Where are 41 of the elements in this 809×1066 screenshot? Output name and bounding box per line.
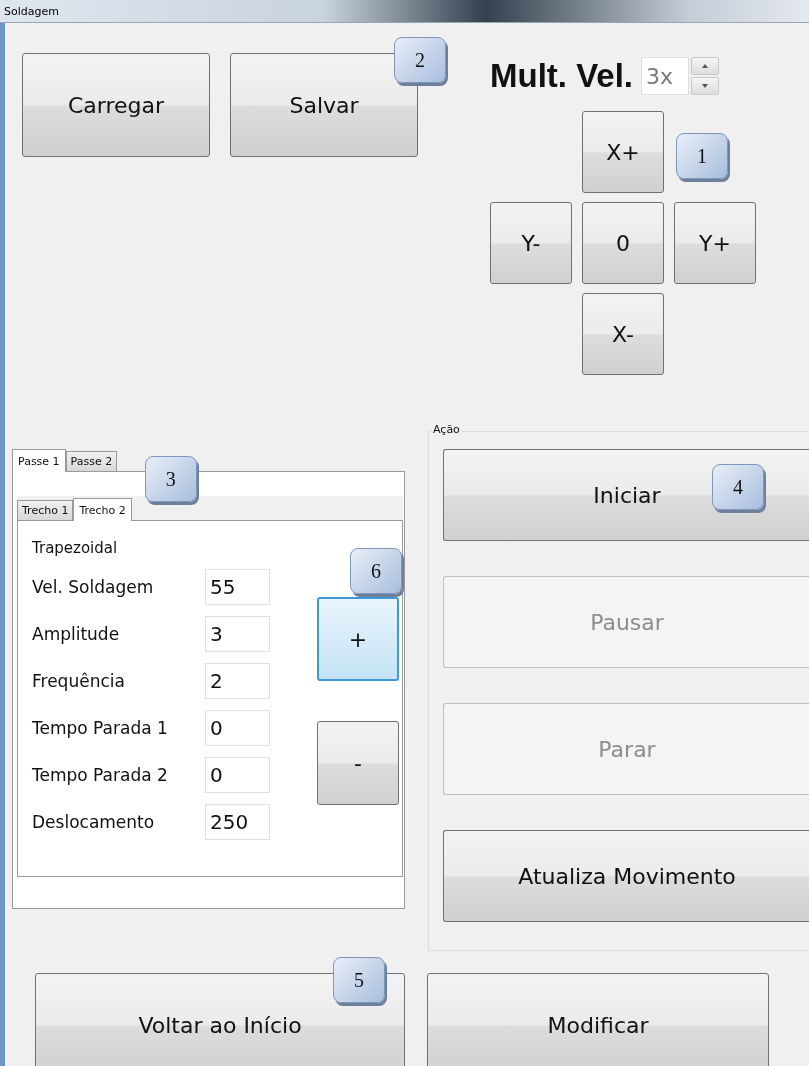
field-label: Deslocamento xyxy=(32,811,156,832)
input-field[interactable]: 0 xyxy=(205,709,270,746)
pass-tab[interactable]: Passe 2 xyxy=(65,451,118,471)
field-label: Vel. Soldagem xyxy=(32,576,155,597)
field-label: Tempo Parada 1 xyxy=(32,717,169,738)
up-arrow-icon xyxy=(702,64,709,68)
action-button[interactable]: Atualiza Movimento xyxy=(443,830,809,922)
window-title: Soldagem xyxy=(4,4,59,18)
callout-badge: 5 xyxy=(333,957,385,1003)
segment-tab[interactable]: Trecho 1 xyxy=(17,500,74,520)
callout-badge: 3 xyxy=(144,456,197,502)
speed-multiplier-label: Mult. Vel. xyxy=(490,57,634,95)
input-field[interactable]: 3 xyxy=(205,615,270,652)
segment-button[interactable]: + xyxy=(317,597,399,681)
callout-badge: 1 xyxy=(676,133,728,179)
field-label: Tempo Parada 2 xyxy=(32,764,169,785)
pass-tab[interactable]: Passe 1 xyxy=(12,449,66,472)
bottom-button[interactable]: Modificar xyxy=(427,973,769,1066)
spin-down-button[interactable] xyxy=(691,77,720,95)
down-arrow-icon xyxy=(702,84,709,88)
field-label: Amplitude xyxy=(32,623,121,644)
callout-badge: 4 xyxy=(712,464,764,510)
spin-up-button[interactable] xyxy=(691,57,720,75)
segment-button[interactable]: - xyxy=(317,721,399,805)
input-field[interactable]: 55 xyxy=(205,568,270,605)
callout-badge: 6 xyxy=(350,548,402,594)
group-title: Ação xyxy=(431,423,462,436)
jog-button[interactable]: 0 xyxy=(582,202,664,284)
field-label: Frequência xyxy=(32,670,126,691)
file-button[interactable]: Carregar xyxy=(22,53,210,157)
input-field[interactable]: 2 xyxy=(205,662,270,699)
jog-button[interactable]: X- xyxy=(582,293,664,375)
input-field[interactable]: 250 xyxy=(205,803,270,840)
callout-badge: 2 xyxy=(394,37,446,83)
jog-button[interactable]: Y+ xyxy=(674,202,756,284)
segment-tab[interactable]: Trecho 2 xyxy=(73,498,132,521)
jog-button[interactable]: Y- xyxy=(490,202,572,284)
segment-type-label: Trapezoidal xyxy=(32,539,119,559)
speed-multiplier-field[interactable]: 3x xyxy=(641,57,690,95)
jog-button[interactable]: X+ xyxy=(582,111,664,193)
input-field[interactable]: 0 xyxy=(205,756,270,793)
